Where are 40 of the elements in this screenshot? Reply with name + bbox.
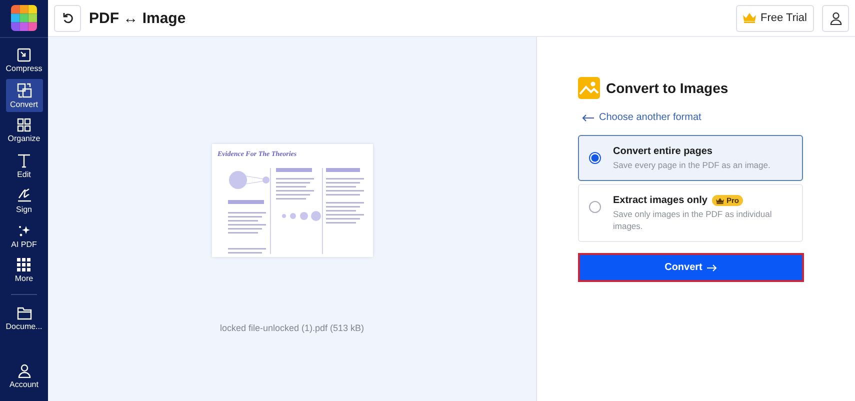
user-icon (18, 364, 30, 378)
option-description: Save only images in the PDF as individual images. (613, 209, 773, 232)
sidebar-item[interactable]: Sign (6, 184, 42, 217)
app-logo[interactable] (11, 5, 37, 31)
radio-button[interactable] (589, 152, 601, 164)
panel-heading: Convert to Images (606, 80, 728, 96)
crown-icon (716, 198, 724, 204)
free-trial-button[interactable]: Free Trial (736, 4, 814, 32)
grid-icon (17, 118, 31, 132)
back-arrow-icon (582, 114, 594, 122)
image-icon (578, 77, 600, 99)
apps-icon (17, 258, 31, 272)
sidebar-item[interactable]: Organize (6, 114, 42, 147)
option-title: Convert entire pages (613, 146, 712, 157)
sidebar-item[interactable]: Convert (6, 79, 42, 112)
conversion-option[interactable]: Convert entire pages Save every page in the PDF as an image. (578, 135, 803, 182)
sidebar-item[interactable]: AI PDF (6, 219, 42, 252)
choose-format-link[interactable]: Choose another format (582, 112, 702, 123)
sidebar-item[interactable]: Docume... (6, 302, 42, 335)
compress-icon (17, 48, 31, 62)
profile-button[interactable] (822, 4, 849, 32)
convert-button[interactable]: Convert (578, 253, 804, 282)
page-title: PDF ↔ Image (89, 10, 187, 26)
account-button[interactable]: Account (6, 360, 42, 393)
radio-button[interactable] (589, 201, 601, 214)
folder-icon (16, 306, 32, 320)
sidebar-item[interactable]: Edit (6, 149, 42, 182)
text-icon (17, 152, 31, 168)
user-icon (830, 12, 842, 24)
sidebar-item[interactable]: Compress (6, 44, 42, 77)
arrow-icon (707, 264, 718, 272)
crown-icon (742, 13, 756, 23)
option-description: Save every page in the PDF as an image. (613, 160, 770, 172)
file-name-caption: locked file-unlocked (1).pdf (513 kB) (220, 323, 364, 333)
option-title: Extract images only (613, 195, 708, 206)
signature-icon (16, 188, 32, 202)
sidebar-item[interactable]: More (6, 254, 42, 287)
convert-icon (16, 82, 32, 98)
undo-icon (62, 12, 74, 24)
undo-button[interactable] (54, 4, 81, 32)
